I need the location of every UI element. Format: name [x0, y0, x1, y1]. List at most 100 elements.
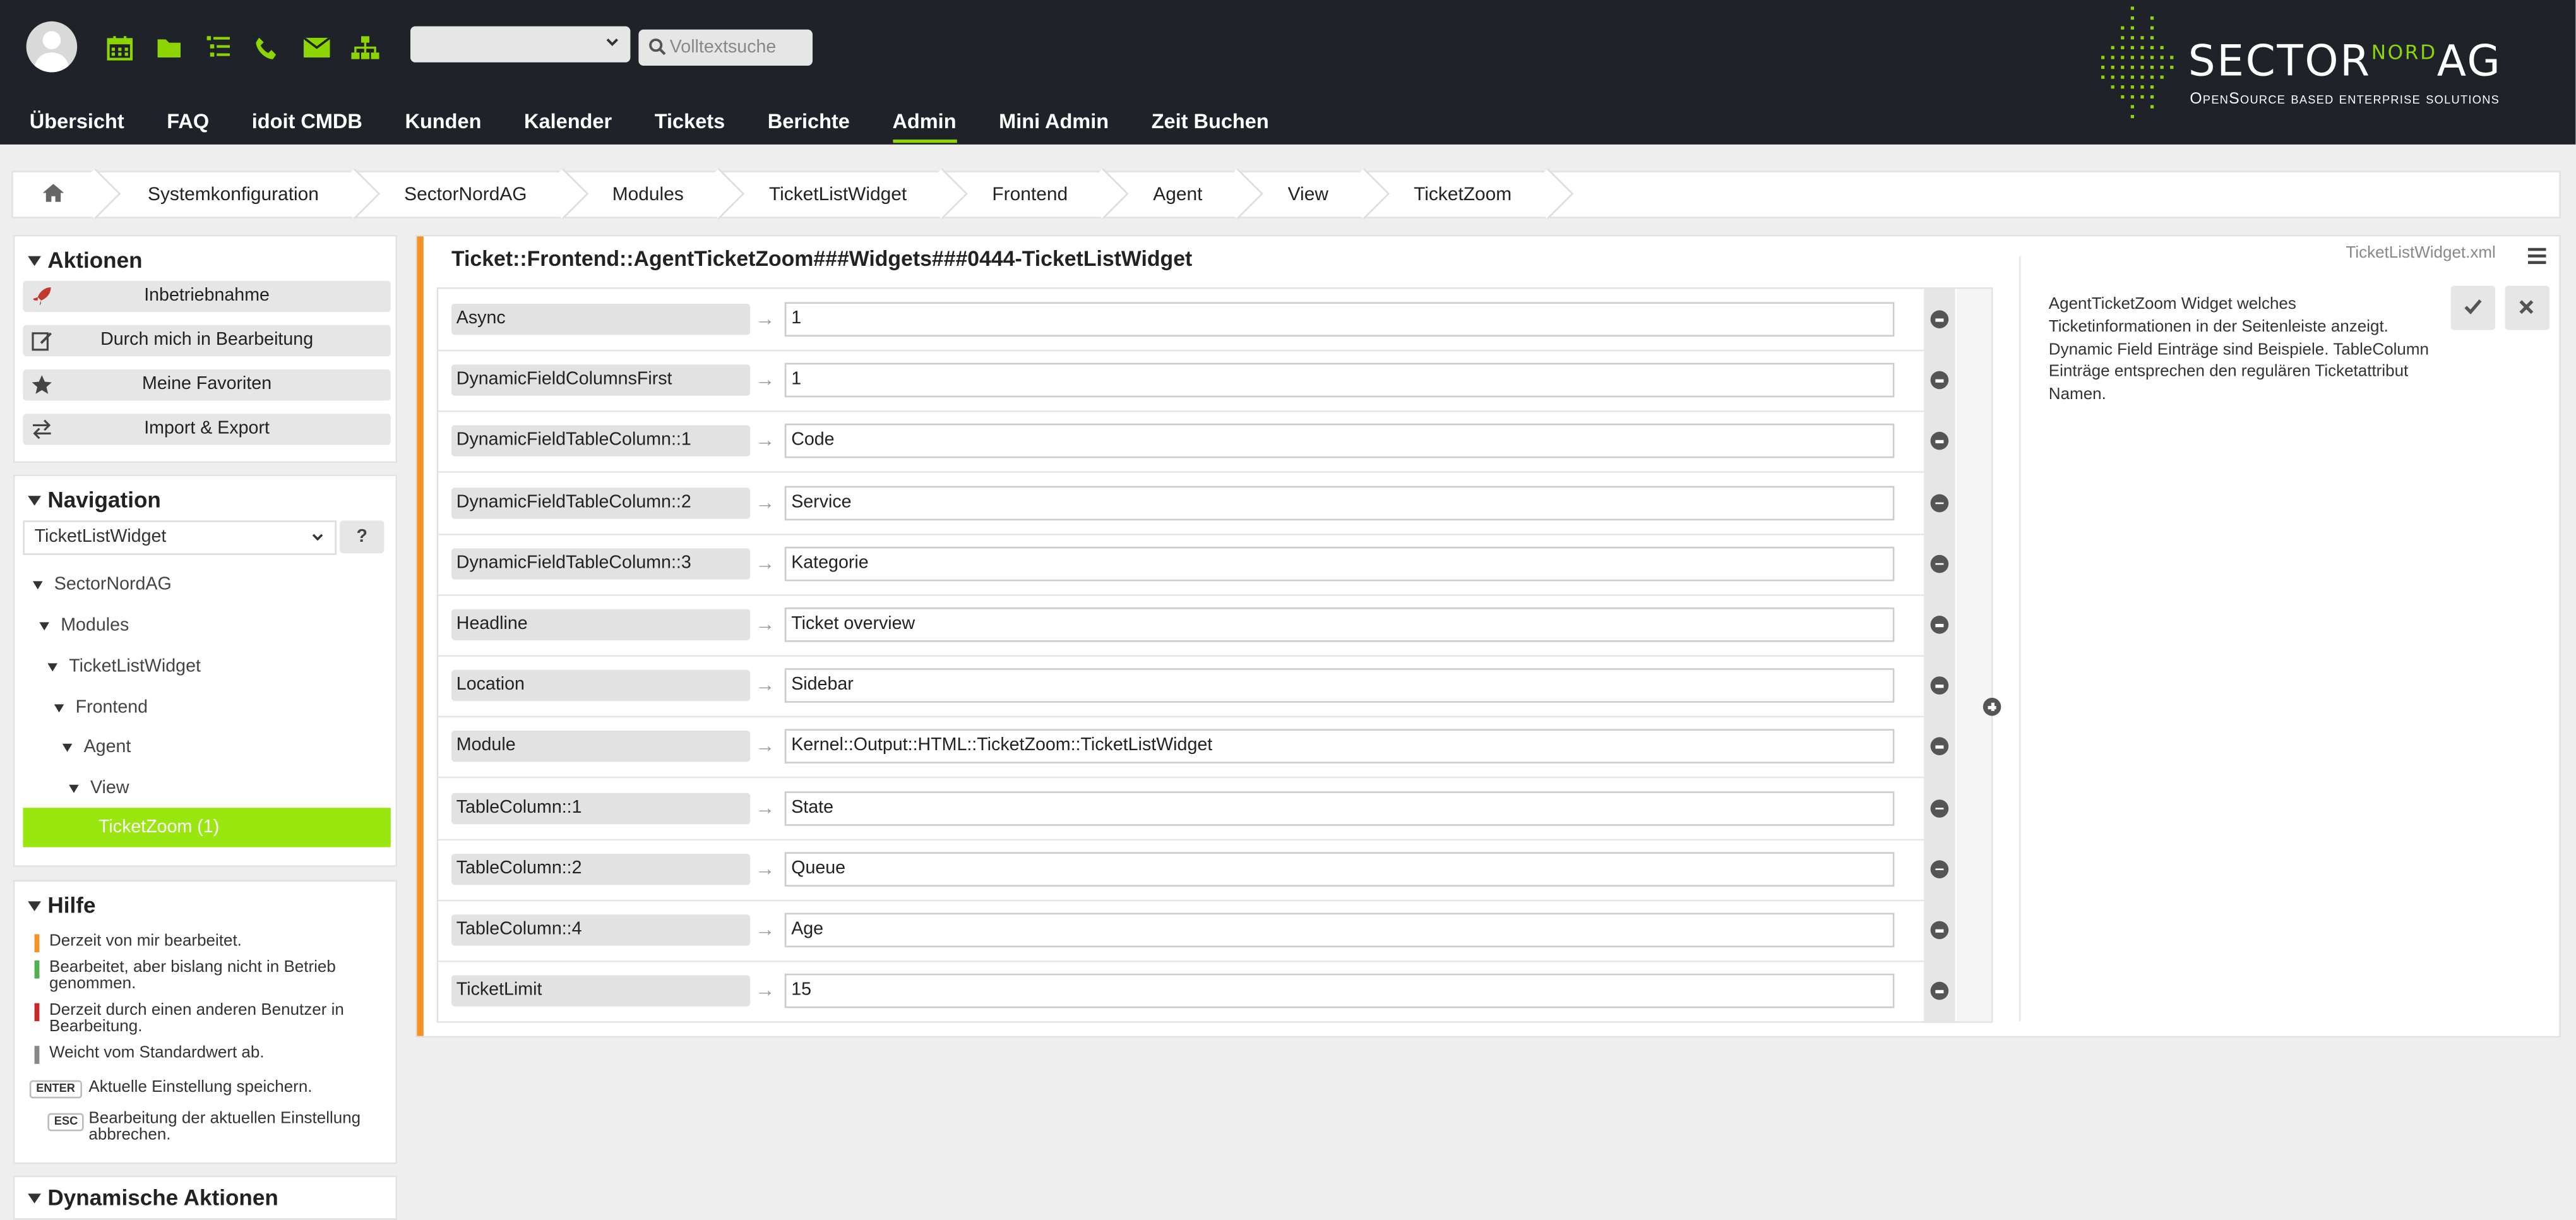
- breadcrumb-item[interactable]: SectorNordAG: [362, 172, 570, 217]
- navigation-select[interactable]: TicketListWidget: [23, 520, 337, 555]
- quick-select[interactable]: [410, 26, 631, 63]
- hash-value-input[interactable]: Code: [784, 424, 1895, 459]
- hash-value-input[interactable]: Ticket overview: [784, 607, 1895, 642]
- folder-icon[interactable]: [151, 31, 186, 64]
- arrow-right-icon: →: [755, 368, 775, 392]
- in-progress-button[interactable]: Durch mich in Bearbeitung: [23, 325, 391, 357]
- hash-value-input[interactable]: 1: [784, 363, 1895, 398]
- dynamic-actions-panel: Dynamische Aktionen: [13, 1175, 398, 1220]
- hash-value-input[interactable]: Kategorie: [784, 546, 1895, 581]
- nav-kunden[interactable]: Kunden: [405, 110, 481, 143]
- hash-row: Module → Kernel::Output::HTML::TicketZoom:…: [438, 717, 1924, 779]
- nav-berichte[interactable]: Berichte: [768, 110, 850, 143]
- nav-kalender[interactable]: Kalender: [524, 110, 612, 143]
- hash-row: Location → Sidebar: [438, 655, 1924, 718]
- actions-title[interactable]: Aktionen: [28, 248, 143, 273]
- commissioning-button[interactable]: Inbetriebnahme: [23, 280, 391, 312]
- arrow-right-icon: →: [755, 795, 775, 819]
- breadcrumb-item[interactable]: View: [1245, 172, 1371, 217]
- logo-brand: SECTORNORDAG: [2188, 37, 2502, 87]
- breadcrumb-item[interactable]: TicketZoom: [1371, 172, 1554, 217]
- hash-value-input[interactable]: 15: [784, 974, 1895, 1008]
- breadcrumb-item[interactable]: Frontend: [950, 172, 1111, 217]
- hash-value-input[interactable]: Queue: [784, 851, 1895, 887]
- hash-value-input[interactable]: Age: [784, 912, 1895, 948]
- arrow-right-icon: →: [755, 979, 775, 1002]
- remove-item-icon[interactable]: [1930, 615, 1949, 634]
- tree-item-ticketlistwidget[interactable]: TicketListWidget: [47, 657, 201, 676]
- close-icon: [2519, 300, 2534, 314]
- breadcrumb-item[interactable]: Modules: [569, 172, 726, 217]
- chevron-down-icon: [312, 534, 323, 541]
- hash-key[interactable]: DynamicFieldColumnsFirst: [451, 364, 751, 397]
- nav-uebersicht[interactable]: Übersicht: [30, 110, 124, 143]
- hash-key[interactable]: Location: [451, 670, 751, 702]
- hash-key[interactable]: DynamicFieldTableColumn::1: [451, 426, 751, 457]
- nav-admin[interactable]: Admin: [892, 110, 957, 143]
- hash-value-input[interactable]: Kernel::Output::HTML::TicketZoom::Ticket…: [784, 729, 1895, 765]
- nav-zeit-buchen[interactable]: Zeit Buchen: [1152, 110, 1269, 143]
- legend-item: Derzeit durch einen anderen Benutzer in …: [34, 1002, 396, 1036]
- navigation-title[interactable]: Navigation: [28, 487, 161, 512]
- hash-key[interactable]: TableColumn::1: [451, 792, 751, 824]
- tree-item-agent[interactable]: Agent: [62, 737, 131, 757]
- mail-icon[interactable]: [299, 31, 333, 64]
- tree-item-ticketzoom[interactable]: TicketZoom (1): [23, 808, 391, 847]
- breadcrumb: Systemkonfiguration SectorNordAG Modules…: [11, 170, 2561, 218]
- setting-file: TicketListWidget.xml: [2346, 244, 2496, 263]
- remove-item-icon[interactable]: [1930, 310, 1949, 328]
- cancel-button[interactable]: [2505, 285, 2549, 330]
- actions-panel: Aktionen Inbetriebnahme Durch mich in Be…: [13, 234, 398, 463]
- hash-key[interactable]: TicketLimit: [451, 975, 751, 1007]
- hash-key[interactable]: Async: [451, 303, 751, 335]
- nav-mini-admin[interactable]: Mini Admin: [999, 110, 1109, 143]
- breadcrumb-item[interactable]: TicketListWidget: [726, 172, 949, 217]
- tree-item-sectornordag[interactable]: SectorNordAG: [33, 575, 172, 594]
- hash-key[interactable]: DynamicFieldTableColumn::2: [451, 487, 751, 518]
- hash-key[interactable]: Module: [451, 731, 751, 763]
- remove-item-icon[interactable]: [1930, 921, 1949, 940]
- breadcrumb-home[interactable]: [13, 172, 102, 217]
- tree-item-frontend[interactable]: Frontend: [54, 698, 148, 717]
- hash-key[interactable]: Headline: [451, 609, 751, 640]
- remove-item-icon[interactable]: [1930, 859, 1949, 878]
- hash-value-input[interactable]: State: [784, 791, 1895, 825]
- dynamic-actions-title[interactable]: Dynamische Aktionen: [28, 1185, 278, 1210]
- help-title[interactable]: Hilfe: [28, 893, 95, 918]
- check-icon: [2464, 299, 2482, 314]
- search-input[interactable]: [669, 33, 804, 63]
- import-export-button[interactable]: Import & Export: [23, 414, 391, 445]
- hash-value-input[interactable]: 1: [784, 302, 1895, 337]
- hash-key[interactable]: DynamicFieldTableColumn::3: [451, 547, 751, 580]
- breadcrumb-item[interactable]: Systemkonfiguration: [102, 172, 361, 217]
- save-button[interactable]: [2450, 285, 2495, 330]
- help-panel: Hilfe Derzeit von mir bearbeitet. Bearbe…: [13, 880, 398, 1164]
- tree-item-view[interactable]: View: [69, 778, 129, 798]
- menu-icon[interactable]: [2527, 248, 2546, 265]
- hash-row: DynamicFieldTableColumn::3 → Kategorie: [438, 533, 1924, 596]
- hash-value-input[interactable]: Service: [784, 485, 1895, 520]
- nav-idoit-cmdb[interactable]: idoit CMDB: [252, 110, 362, 143]
- hash-key[interactable]: TableColumn::4: [451, 914, 751, 946]
- fulltext-search[interactable]: [638, 29, 813, 66]
- avatar[interactable]: [26, 21, 78, 73]
- help-button[interactable]: ?: [340, 520, 385, 554]
- calendar-icon[interactable]: [102, 31, 136, 64]
- favorites-button[interactable]: Meine Favoriten: [23, 369, 391, 401]
- hash-key[interactable]: TableColumn::2: [451, 853, 751, 885]
- hash-value-input[interactable]: Sidebar: [784, 668, 1895, 703]
- nav-tickets[interactable]: Tickets: [655, 110, 725, 143]
- remove-item-icon[interactable]: [1930, 799, 1949, 817]
- remove-item-icon[interactable]: [1930, 493, 1949, 512]
- add-item-icon[interactable]: [1983, 698, 2001, 716]
- phone-icon[interactable]: [249, 31, 284, 64]
- arrow-right-icon: →: [755, 429, 775, 453]
- kbd-enter: ENTER: [29, 1080, 82, 1099]
- sitemap-icon[interactable]: [348, 31, 383, 64]
- company-logo[interactable]: SECTORNORDAG OpenSource based enterprise…: [2098, 6, 2566, 128]
- nav-faq[interactable]: FAQ: [167, 110, 209, 143]
- remove-item-icon[interactable]: [1930, 554, 1949, 573]
- breadcrumb-item[interactable]: Agent: [1111, 172, 1245, 217]
- list-icon[interactable]: [200, 31, 235, 64]
- tree-item-modules[interactable]: Modules: [39, 616, 129, 635]
